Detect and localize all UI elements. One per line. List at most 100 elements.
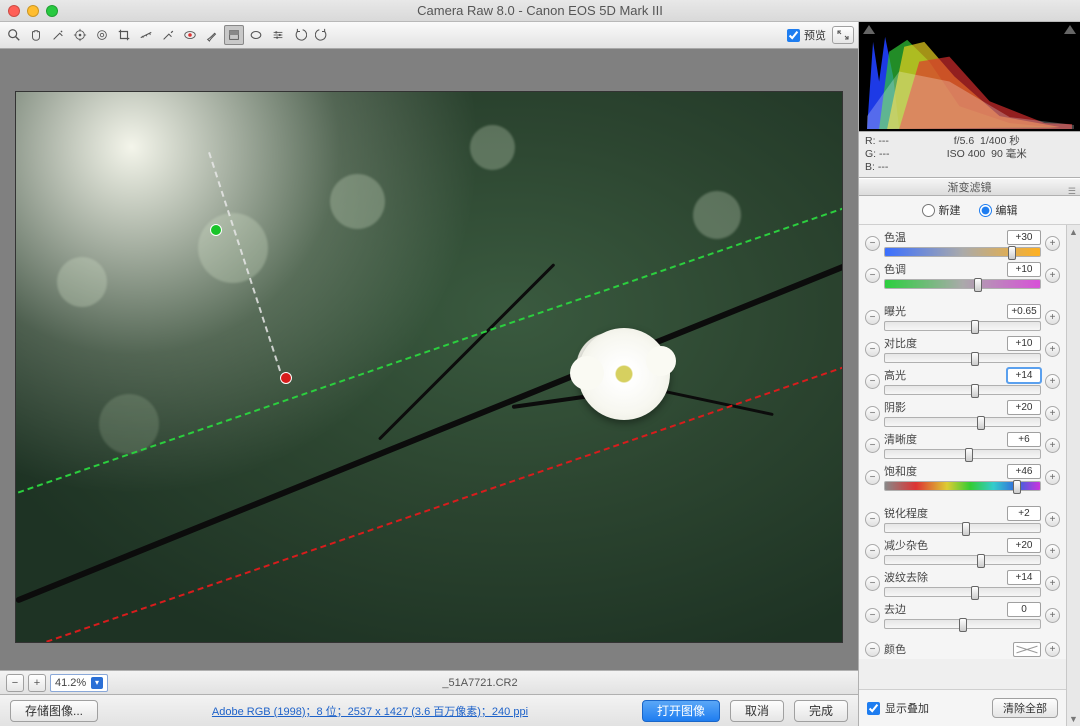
- slider-saturation-track[interactable]: [884, 481, 1041, 491]
- slider-saturation-thumb[interactable]: [1013, 480, 1021, 494]
- fullscreen-button[interactable]: [832, 26, 854, 44]
- slider-clarity-track[interactable]: [884, 449, 1041, 459]
- adjustment-brush-tool-icon[interactable]: [202, 25, 222, 45]
- slider-noise-value[interactable]: +20: [1007, 538, 1041, 553]
- slider-clarity-plus[interactable]: +: [1045, 438, 1060, 453]
- preferences-tool-icon[interactable]: [268, 25, 288, 45]
- slider-tint-thumb[interactable]: [974, 278, 982, 292]
- slider-exposure-thumb[interactable]: [971, 320, 979, 334]
- slider-saturation-minus[interactable]: −: [865, 470, 880, 485]
- slider-defringe-plus[interactable]: +: [1045, 608, 1060, 623]
- open-image-button[interactable]: 打开图像: [642, 700, 720, 722]
- slider-contrast-value[interactable]: +10: [1007, 336, 1041, 351]
- color-minus[interactable]: −: [865, 642, 880, 657]
- gradient-pin-start[interactable]: [210, 224, 222, 236]
- slider-sharpness-plus[interactable]: +: [1045, 512, 1060, 527]
- color-swatch[interactable]: [1013, 642, 1041, 657]
- red-eye-tool-icon[interactable]: [180, 25, 200, 45]
- rotate-cw-tool-icon[interactable]: [312, 25, 332, 45]
- slider-clarity-thumb[interactable]: [965, 448, 973, 462]
- slider-moire-thumb[interactable]: [971, 586, 979, 600]
- preview-checkbox[interactable]: 预览: [787, 27, 826, 43]
- slider-noise-minus[interactable]: −: [865, 544, 880, 559]
- slider-saturation-value[interactable]: +46: [1007, 464, 1041, 479]
- slider-tint-track[interactable]: [884, 279, 1041, 289]
- zoom-tool-icon[interactable]: [4, 25, 24, 45]
- slider-shadows-value[interactable]: +20: [1007, 400, 1041, 415]
- slider-exposure[interactable]: −曝光+0.65+: [865, 303, 1060, 331]
- slider-noise-track[interactable]: [884, 555, 1041, 565]
- slider-exposure-value[interactable]: +0.65: [1007, 304, 1041, 319]
- slider-highlights-value[interactable]: +14: [1007, 368, 1041, 383]
- clear-all-button[interactable]: 清除全部: [992, 698, 1058, 718]
- targeted-adjustment-tool-icon[interactable]: [92, 25, 112, 45]
- slider-sharpness-thumb[interactable]: [962, 522, 970, 536]
- slider-highlights-plus[interactable]: +: [1045, 374, 1060, 389]
- slider-temperature-value[interactable]: +30: [1007, 230, 1041, 245]
- zoom-level-field[interactable]: 41.2% ▾: [50, 674, 108, 692]
- slider-defringe[interactable]: −去边0+: [865, 601, 1060, 629]
- image-canvas[interactable]: [15, 91, 843, 643]
- mode-new-radio[interactable]: 新建: [922, 202, 961, 218]
- slider-temperature-track[interactable]: [884, 247, 1041, 257]
- slider-defringe-value[interactable]: 0: [1007, 602, 1041, 617]
- color-sampler-tool-icon[interactable]: [70, 25, 90, 45]
- done-button[interactable]: 完成: [794, 700, 848, 722]
- slider-shadows-plus[interactable]: +: [1045, 406, 1060, 421]
- slider-tint-plus[interactable]: +: [1045, 268, 1060, 283]
- slider-sharpness-minus[interactable]: −: [865, 512, 880, 527]
- crop-tool-icon[interactable]: [114, 25, 134, 45]
- show-overlay-checkbox[interactable]: 显示叠加: [867, 700, 929, 716]
- slider-saturation-plus[interactable]: +: [1045, 470, 1060, 485]
- slider-temperature-plus[interactable]: +: [1045, 236, 1060, 251]
- slider-clarity-minus[interactable]: −: [865, 438, 880, 453]
- spot-removal-tool-icon[interactable]: [158, 25, 178, 45]
- slider-shadows-track[interactable]: [884, 417, 1041, 427]
- slider-temperature-thumb[interactable]: [1008, 246, 1016, 260]
- straighten-tool-icon[interactable]: [136, 25, 156, 45]
- slider-contrast-track[interactable]: [884, 353, 1041, 363]
- zoom-dropdown-icon[interactable]: ▾: [91, 677, 103, 689]
- scroll-up-icon[interactable]: ▲: [1067, 225, 1080, 239]
- slider-highlights-track[interactable]: [884, 385, 1041, 395]
- slider-highlights-thumb[interactable]: [971, 384, 979, 398]
- slider-exposure-minus[interactable]: −: [865, 310, 880, 325]
- color-plus[interactable]: +: [1045, 642, 1060, 657]
- slider-defringe-thumb[interactable]: [959, 618, 967, 632]
- panel-scrollbar[interactable]: ▲ ▼: [1066, 225, 1080, 726]
- slider-tint-value[interactable]: +10: [1007, 262, 1041, 277]
- hand-tool-icon[interactable]: [26, 25, 46, 45]
- image-viewer[interactable]: [0, 49, 858, 670]
- slider-sharpness-track[interactable]: [884, 523, 1041, 533]
- slider-moire-value[interactable]: +14: [1007, 570, 1041, 585]
- slider-exposure-track[interactable]: [884, 321, 1041, 331]
- slider-noise[interactable]: −减少杂色+20+: [865, 537, 1060, 565]
- cancel-button[interactable]: 取消: [730, 700, 784, 722]
- rotate-ccw-tool-icon[interactable]: [290, 25, 310, 45]
- slider-clarity-value[interactable]: +6: [1007, 432, 1041, 447]
- slider-contrast-thumb[interactable]: [971, 352, 979, 366]
- slider-moire-track[interactable]: [884, 587, 1041, 597]
- histogram[interactable]: [859, 22, 1080, 132]
- slider-moire-minus[interactable]: −: [865, 576, 880, 591]
- slider-contrast-minus[interactable]: −: [865, 342, 880, 357]
- slider-contrast-plus[interactable]: +: [1045, 342, 1060, 357]
- slider-sharpness-value[interactable]: +2: [1007, 506, 1041, 521]
- slider-moire-plus[interactable]: +: [1045, 576, 1060, 591]
- scroll-down-icon[interactable]: ▼: [1067, 712, 1080, 726]
- slider-moire[interactable]: −波纹去除+14+: [865, 569, 1060, 597]
- slider-defringe-minus[interactable]: −: [865, 608, 880, 623]
- radial-filter-tool-icon[interactable]: [246, 25, 266, 45]
- slider-noise-thumb[interactable]: [977, 554, 985, 568]
- slider-saturation[interactable]: −饱和度+46+: [865, 463, 1060, 491]
- mode-edit-radio[interactable]: 编辑: [979, 202, 1018, 218]
- slider-shadows-thumb[interactable]: [977, 416, 985, 430]
- slider-temperature-minus[interactable]: −: [865, 236, 880, 251]
- panel-menu-icon[interactable]: ☰: [1068, 182, 1076, 200]
- slider-temperature[interactable]: −色温+30+: [865, 229, 1060, 257]
- slider-contrast[interactable]: −对比度+10+: [865, 335, 1060, 363]
- graduated-filter-tool-icon[interactable]: [224, 25, 244, 45]
- slider-sharpness[interactable]: −锐化程度+2+: [865, 505, 1060, 533]
- slider-tint-minus[interactable]: −: [865, 268, 880, 283]
- white-balance-tool-icon[interactable]: [48, 25, 68, 45]
